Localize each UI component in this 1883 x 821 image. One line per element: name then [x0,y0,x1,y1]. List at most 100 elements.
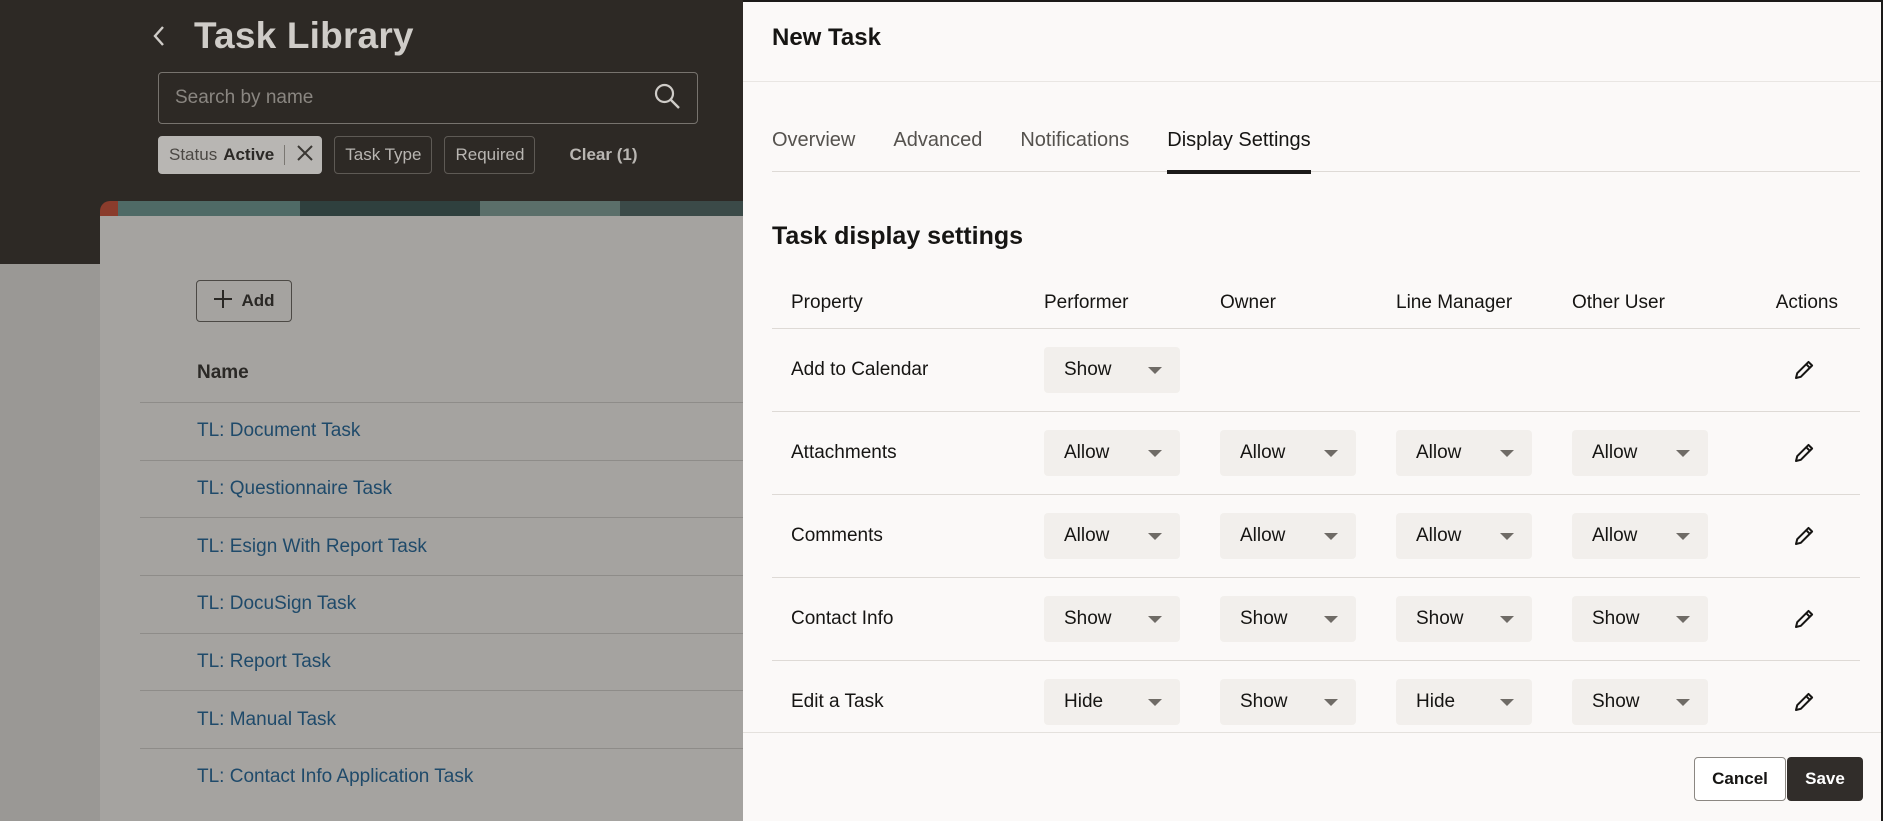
caret-down-icon [1676,698,1690,706]
task-list-item[interactable]: TL: Contact Info Application Task [140,748,750,806]
task-list-item[interactable]: TL: Document Task [140,402,750,460]
caret-down-icon [1676,615,1690,623]
caret-down-icon [1324,449,1338,457]
status-filter-chip[interactable]: Status Active [158,136,323,174]
chip-divider [284,145,286,165]
pencil-icon[interactable] [1790,439,1818,467]
table-row: Edit a Task Hide Show Hide Show [772,661,1860,732]
task-list-item[interactable]: TL: Manual Task [140,690,750,748]
performer-select-value: Hide [1064,691,1104,712]
owner-select[interactable]: Show [1220,679,1356,725]
task-link[interactable]: TL: DocuSign Task [197,593,356,615]
caret-down-icon [1500,615,1514,623]
performer-select-cell: Hide [1044,679,1220,725]
other-user-select[interactable]: Show [1572,596,1708,642]
drawer-title: New Task [772,24,881,51]
task-link[interactable]: TL: Report Task [197,651,331,673]
drawer-body: New Task Overview Advanced Notifications… [743,2,1881,732]
other-user-select[interactable]: Allow [1572,430,1708,476]
close-icon[interactable] [295,143,315,168]
search-input[interactable]: Search by name [158,72,698,124]
caret-down-icon [1148,698,1162,706]
task-link[interactable]: TL: Esign With Report Task [197,536,427,558]
other-user-select-value: Allow [1592,525,1638,546]
pencil-icon[interactable] [1790,688,1818,716]
other-user-select[interactable]: Allow [1572,513,1708,559]
owner-select[interactable]: Allow [1220,430,1356,476]
column-header-line-manager: Line Manager [1396,291,1513,313]
chevron-left-icon[interactable] [152,14,180,58]
owner-select[interactable]: Allow [1220,513,1356,559]
status-filter-value: Active [223,145,275,164]
performer-select[interactable]: Hide [1044,679,1180,725]
status-filter-label: Status [169,145,218,164]
property-name: Attachments [791,442,897,463]
owner-select[interactable]: Show [1220,596,1356,642]
pencil-icon[interactable] [1790,605,1818,633]
line-manager-select-value: Show [1416,608,1464,629]
performer-select-cell: Show [1044,347,1220,393]
search-icon[interactable] [653,82,681,115]
actions-cell [1748,605,1860,633]
tab-display-settings[interactable]: Display Settings [1167,108,1312,174]
line-manager-select-cell: Show [1396,596,1572,642]
save-button[interactable]: Save [1787,757,1863,801]
performer-select-value: Allow [1064,525,1110,546]
display-settings-table: Property Performer Owner Line Manager Ot… [772,277,1860,732]
table-body: Add to Calendar Show Attachments Allow Allow… [772,329,1860,732]
owner-select-cell: Allow [1220,513,1396,559]
drawer-header: New Task [743,2,1881,82]
table-row: Add to Calendar Show [772,329,1860,412]
caret-down-icon [1148,449,1162,457]
clear-filters-link[interactable]: Clear (1) [569,145,637,165]
table-header: Property Performer Owner Line Manager Ot… [772,277,1860,329]
other-user-select-value: Show [1592,691,1640,712]
performer-select[interactable]: Show [1044,347,1180,393]
drawer-footer: Cancel Save [743,732,1881,821]
task-link[interactable]: TL: Manual Task [197,709,336,731]
task-link[interactable]: TL: Contact Info Application Task [197,766,473,788]
line-manager-select[interactable]: Allow [1396,430,1532,476]
line-manager-select-value: Allow [1416,442,1462,463]
task-list-item[interactable]: TL: Questionnaire Task [140,459,750,518]
performer-select[interactable]: Show [1044,596,1180,642]
task-link[interactable]: TL: Questionnaire Task [197,478,392,500]
performer-select-cell: Allow [1044,430,1220,476]
performer-select[interactable]: Allow [1044,430,1180,476]
owner-select-value: Show [1240,691,1288,712]
other-user-select-cell: Allow [1572,513,1748,559]
tab-notifications[interactable]: Notifications [1020,108,1129,172]
pencil-icon[interactable] [1790,356,1818,384]
column-header-performer: Performer [1044,291,1129,313]
task-list-item[interactable]: TL: Report Task [140,632,750,691]
line-manager-select-cell: Allow [1396,430,1572,476]
tab-overview[interactable]: Overview [772,108,855,172]
drawer-tabs: Overview Advanced Notifications Display … [772,108,1860,174]
line-manager-select[interactable]: Allow [1396,513,1532,559]
tab-advanced[interactable]: Advanced [893,108,982,172]
caret-down-icon [1148,532,1162,540]
performer-select-value: Allow [1064,442,1110,463]
task-type-filter-chip[interactable]: Task Type [334,136,433,174]
owner-select-value: Allow [1240,442,1286,463]
task-list-item[interactable]: TL: DocuSign Task [140,575,750,633]
add-button[interactable]: Add [196,280,292,322]
performer-select[interactable]: Allow [1044,513,1180,559]
line-manager-select[interactable]: Hide [1396,679,1532,725]
owner-select-value: Allow [1240,525,1286,546]
plus-icon [213,289,233,314]
line-manager-select[interactable]: Show [1396,596,1532,642]
column-header-property: Property [791,291,863,313]
card-banner [100,201,750,217]
pencil-icon[interactable] [1790,522,1818,550]
table-row: Contact Info Show Show Show Show [772,578,1860,661]
line-manager-select-value: Allow [1416,525,1462,546]
required-filter-chip[interactable]: Required [444,136,536,174]
column-header-owner: Owner [1220,291,1276,313]
cancel-button[interactable]: Cancel [1694,757,1786,801]
other-user-select[interactable]: Show [1572,679,1708,725]
actions-cell [1748,356,1860,384]
caret-down-icon [1148,615,1162,623]
task-link[interactable]: TL: Document Task [197,420,360,442]
task-list-item[interactable]: TL: Esign With Report Task [140,517,750,575]
